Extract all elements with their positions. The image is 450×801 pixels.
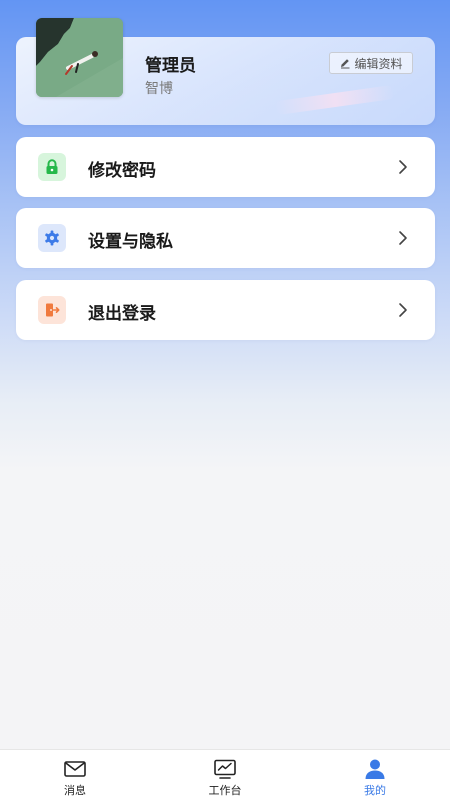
- monitor-chart-icon: [214, 759, 236, 779]
- avatar[interactable]: [36, 18, 123, 97]
- tab-mine[interactable]: 我的: [325, 750, 425, 801]
- edit-profile-button[interactable]: 编辑资料: [329, 52, 413, 74]
- bottom-tab-bar: 消息 工作台 我的: [0, 749, 450, 801]
- tab-workbench[interactable]: 工作台: [175, 750, 275, 801]
- menu-item-label: 设置与隐私: [88, 232, 173, 252]
- chevron-right-icon: [399, 303, 407, 317]
- gear-icon: [45, 230, 59, 246]
- user-name: 管理员: [145, 56, 196, 76]
- mail-icon: [64, 761, 86, 777]
- menu-item-change-password[interactable]: 修改密码: [16, 137, 435, 197]
- tab-label: 我的: [364, 784, 386, 797]
- tab-label: 工作台: [208, 784, 242, 797]
- menu-item-settings-privacy[interactable]: 设置与隐私: [16, 208, 435, 268]
- logout-icon-box: [38, 296, 66, 324]
- menu-item-logout[interactable]: 退出登录: [16, 280, 435, 340]
- chevron-right-icon: [399, 160, 407, 174]
- menu-item-label: 修改密码: [88, 161, 156, 181]
- chevron-right-icon: [399, 231, 407, 245]
- avatar-photo-icon: [36, 18, 123, 97]
- lock-icon-box: [38, 153, 66, 181]
- menu-item-label: 退出登录: [88, 304, 156, 324]
- tab-messages[interactable]: 消息: [25, 750, 125, 801]
- gear-icon-box: [38, 224, 66, 252]
- lock-icon: [46, 159, 58, 174]
- user-icon: [365, 759, 385, 779]
- logout-door-icon: [46, 303, 60, 317]
- edit-profile-label: 编辑资料: [354, 56, 403, 71]
- user-org: 智博: [145, 81, 173, 97]
- tab-label: 消息: [64, 784, 86, 797]
- pencil-icon: [341, 59, 350, 69]
